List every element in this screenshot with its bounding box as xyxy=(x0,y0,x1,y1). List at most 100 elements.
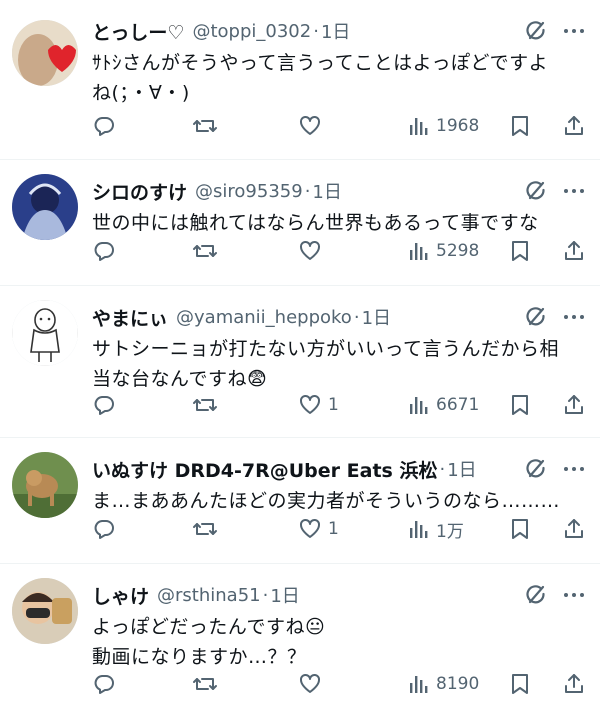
retweet-icon xyxy=(192,393,218,417)
action-bar: 8190 xyxy=(92,669,592,699)
bookmark-button[interactable] xyxy=(509,236,531,266)
reply-item[interactable]: とっしー♡ @toppi_0302 · 1日 ｻﾄｼさんがそうやって言うってこと… xyxy=(0,0,600,160)
action-bar: 5298 xyxy=(92,236,592,266)
user-handle[interactable]: @yamanii_heppoko xyxy=(176,307,352,328)
avatar[interactable] xyxy=(12,578,78,644)
view-count: 8190 xyxy=(436,674,480,694)
timestamp[interactable]: 1日 xyxy=(321,18,350,44)
reply-header: いぬすけ DRD4-7R@Uber Eats 浜松 · 1日 xyxy=(92,454,512,484)
like-button[interactable] xyxy=(298,669,328,699)
display-name[interactable]: しゃけ xyxy=(92,582,149,609)
user-handle[interactable]: @siro95359 xyxy=(195,181,303,202)
retweet-button[interactable] xyxy=(192,390,218,420)
separator: · xyxy=(313,20,319,42)
user-handle[interactable]: @rsthina51 xyxy=(157,585,261,606)
share-icon xyxy=(562,672,586,696)
bookmark-button[interactable] xyxy=(509,111,531,141)
like-button[interactable]: 1 xyxy=(298,390,339,420)
share-button[interactable] xyxy=(562,111,586,141)
display-name[interactable]: やまにぃ xyxy=(92,304,168,331)
views-button[interactable]: 1万 xyxy=(408,514,464,544)
views-button[interactable]: 8190 xyxy=(408,669,479,699)
like-button[interactable] xyxy=(298,111,328,141)
more-icon[interactable] xyxy=(561,18,587,44)
bookmark-icon xyxy=(509,517,531,541)
like-button[interactable]: 1 xyxy=(298,514,339,544)
reply-icon xyxy=(92,114,116,138)
grok-icon[interactable] xyxy=(523,304,549,330)
separator: · xyxy=(353,306,360,328)
retweet-button[interactable] xyxy=(192,669,218,699)
views-button[interactable]: 5298 xyxy=(408,236,479,266)
views-icon xyxy=(408,240,430,262)
reply-button[interactable] xyxy=(92,111,116,141)
more-icon[interactable] xyxy=(561,582,587,608)
more-icon[interactable] xyxy=(561,304,587,330)
reply-item[interactable]: いぬすけ DRD4-7R@Uber Eats 浜松 · 1日 ま…まああんたほど… xyxy=(0,438,600,564)
separator: · xyxy=(262,584,269,606)
bookmark-button[interactable] xyxy=(509,514,531,544)
bookmark-button[interactable] xyxy=(509,390,531,420)
display-name[interactable]: シロのすけ xyxy=(92,178,187,205)
reply-header: しゃけ @rsthina51 · 1日 xyxy=(92,580,512,610)
share-icon xyxy=(562,393,586,417)
grok-icon[interactable] xyxy=(523,18,549,44)
grok-icon[interactable] xyxy=(523,178,549,204)
like-count: 1 xyxy=(328,395,339,415)
action-bar: 1968 xyxy=(92,111,592,141)
retweet-icon xyxy=(192,517,218,541)
share-button[interactable] xyxy=(562,390,586,420)
views-button[interactable]: 6671 xyxy=(408,390,479,420)
reply-item[interactable]: シロのすけ @siro95359 · 1日 世の中には触れてはならん世界もあるっ… xyxy=(0,160,600,286)
avatar[interactable] xyxy=(12,20,78,86)
like-count: 1 xyxy=(328,519,339,539)
display-name[interactable]: とっしー♡ xyxy=(92,18,184,45)
timestamp[interactable]: 1日 xyxy=(270,582,299,608)
retweet-icon xyxy=(192,114,218,138)
view-count: 1968 xyxy=(436,116,480,136)
views-icon xyxy=(408,394,430,416)
share-button[interactable] xyxy=(562,514,586,544)
reply-icon xyxy=(92,393,116,417)
bookmark-icon xyxy=(509,239,531,263)
reply-button[interactable] xyxy=(92,669,116,699)
more-icon[interactable] xyxy=(561,178,587,204)
user-handle[interactable]: @toppi_0302 xyxy=(192,21,311,42)
more-icon[interactable] xyxy=(561,456,587,482)
retweet-button[interactable] xyxy=(192,514,218,544)
view-count: 5298 xyxy=(436,241,480,261)
bookmark-icon xyxy=(509,114,531,138)
grok-icon[interactable] xyxy=(523,456,549,482)
reply-button[interactable] xyxy=(92,514,116,544)
retweet-icon xyxy=(192,672,218,696)
reply-feed: とっしー♡ @toppi_0302 · 1日 ｻﾄｼさんがそうやって言うってこと… xyxy=(0,0,600,713)
timestamp[interactable]: 1日 xyxy=(362,304,391,330)
display-name[interactable]: いぬすけ DRD4-7R@Uber Eats 浜松 xyxy=(92,456,437,483)
reply-item[interactable]: しゃけ @rsthina51 · 1日 よっぽどだったんですね😐 動画になります… xyxy=(0,564,600,713)
grok-icon[interactable] xyxy=(523,582,549,608)
bookmark-button[interactable] xyxy=(509,669,531,699)
reply-text: サトシーニョが打たない方がいいって言うんだから相 当な台なんですね😨 xyxy=(92,338,560,390)
reply-button[interactable] xyxy=(92,236,116,266)
share-button[interactable] xyxy=(562,236,586,266)
like-button[interactable] xyxy=(298,236,328,266)
retweet-button[interactable] xyxy=(192,111,218,141)
avatar[interactable] xyxy=(12,452,78,518)
views-button[interactable]: 1968 xyxy=(408,111,479,141)
share-button[interactable] xyxy=(562,669,586,699)
reply-text: ま…まああんたほどの実力者がそういうのなら……… xyxy=(92,490,561,512)
avatar[interactable] xyxy=(12,300,78,366)
like-icon xyxy=(298,672,322,696)
reply-item[interactable]: やまにぃ @yamanii_heppoko · 1日 サトシーニョが打たない方が… xyxy=(0,286,600,438)
timestamp[interactable]: 1日 xyxy=(312,178,341,204)
bookmark-icon xyxy=(509,672,531,696)
separator: · xyxy=(304,180,311,202)
share-icon xyxy=(562,114,586,138)
retweet-button[interactable] xyxy=(192,236,218,266)
share-icon xyxy=(562,517,586,541)
reply-button[interactable] xyxy=(92,390,116,420)
timestamp[interactable]: 1日 xyxy=(447,456,476,482)
reply-text: よっぽどだったんですね😐 動画になりますか…？？ xyxy=(92,616,326,668)
avatar[interactable] xyxy=(12,174,78,240)
reply-header: やまにぃ @yamanii_heppoko · 1日 xyxy=(92,302,512,332)
